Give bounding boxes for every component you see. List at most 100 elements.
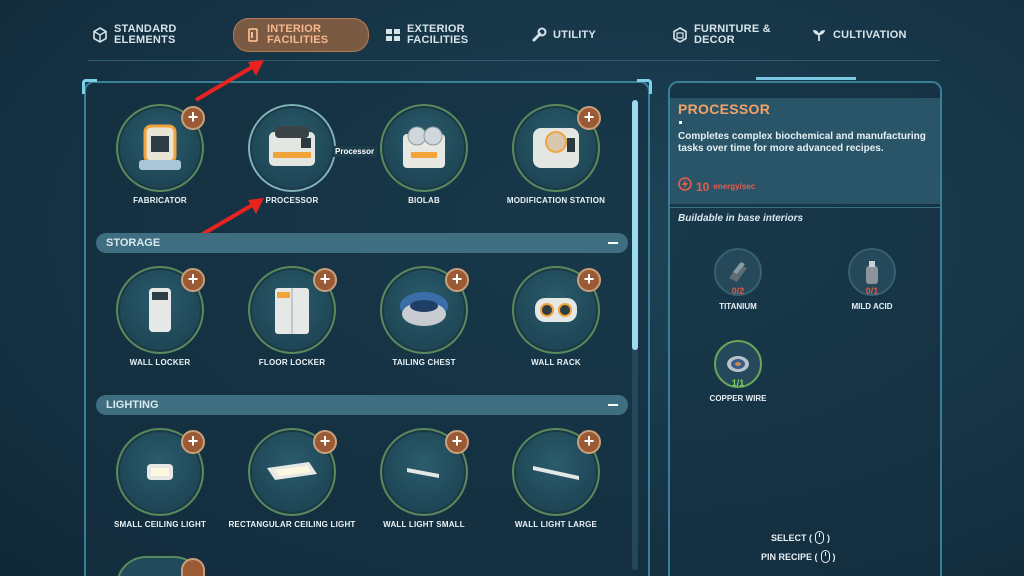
small-ceiling-light-art — [147, 464, 173, 480]
buildable-note: Buildable in base interiors — [678, 213, 804, 224]
detail-title: PROCESSOR — [678, 101, 771, 117]
resource-name: COPPER WIRE — [709, 394, 767, 403]
item-name: WALL LOCKER — [129, 358, 191, 367]
tab-standard-elements[interactable]: STANDARD ELEMENTS — [92, 18, 177, 52]
item-tailing-chest[interactable]: + TAILING CHEST — [359, 266, 489, 386]
add-icon[interactable]: + — [181, 106, 205, 130]
plant-icon — [811, 27, 827, 43]
add-icon[interactable]: + — [577, 106, 601, 130]
add-icon[interactable]: + — [445, 430, 469, 454]
item-name: SMALL CEILING LIGHT — [113, 520, 207, 529]
annotation-arrow-tab — [194, 60, 264, 102]
item-wall-rack[interactable]: + WALL RACK — [491, 266, 621, 386]
right-mouse-icon — [820, 550, 830, 563]
section-lighting[interactable]: LIGHTING — [96, 395, 628, 415]
add-icon[interactable]: + — [577, 430, 601, 454]
rectangular-ceiling-light-art — [267, 462, 317, 480]
modification-station-art — [533, 128, 579, 168]
category-tabs: STANDARD ELEMENTS INTERIOR FACILITIES EX… — [0, 12, 1024, 60]
hint-end: ) — [827, 532, 831, 543]
wall-rack-art — [535, 298, 577, 322]
copper-wire-icon — [727, 356, 749, 372]
tab-utility[interactable]: UTILITY — [531, 18, 596, 52]
item-name: MODIFICATION STATION — [506, 196, 606, 205]
hint-label: SELECT ( — [771, 532, 813, 543]
item-modification-station[interactable]: + MODIFICATION STATION — [491, 104, 621, 224]
item-name: WALL LIGHT SMALL — [383, 520, 465, 529]
wall-light-small-art — [407, 468, 439, 478]
cube-icon — [92, 27, 108, 43]
floor-locker-art — [275, 288, 309, 334]
detail-divider — [670, 207, 940, 208]
hint-end: ) — [832, 551, 836, 562]
add-icon-partial[interactable] — [181, 558, 205, 576]
item-wall-light-large[interactable]: + WALL LIGHT LARGE — [491, 428, 621, 548]
item-wall-light-small[interactable]: + WALL LIGHT SMALL — [359, 428, 489, 548]
item-small-ceiling-light[interactable]: + SMALL CEILING LIGHT — [95, 428, 225, 548]
resource-count: 0/2 — [731, 286, 745, 296]
tailing-chest-art — [400, 292, 448, 326]
wall-light-large-art — [533, 466, 579, 480]
tab-label: UTILITY — [553, 28, 596, 41]
add-icon[interactable]: + — [577, 268, 601, 292]
resource-name: TITANIUM — [719, 302, 757, 311]
resource-titanium: 0/2 TITANIUM — [703, 248, 773, 318]
add-icon[interactable]: + — [313, 268, 337, 292]
blocks-icon — [385, 27, 401, 43]
tab-furniture-decor[interactable]: FURNITURE & DECOR — [672, 18, 771, 52]
processor-art — [269, 126, 315, 166]
tab-exterior-facilities[interactable]: EXTERIOR FACILITIES — [385, 18, 468, 52]
tab-interior-facilities[interactable]: INTERIOR FACILITIES — [233, 18, 369, 52]
resource-count: 1/1 — [731, 378, 745, 388]
select-hint: SELECT ( ) — [771, 531, 830, 544]
energy-cost: 10 energy/sec — [678, 177, 755, 196]
biolab-art — [403, 126, 445, 168]
hint-label: PIN RECIPE ( — [761, 551, 818, 562]
left-mouse-icon — [815, 531, 825, 544]
energy-value: 10 — [696, 179, 710, 194]
add-icon[interactable]: + — [313, 430, 337, 454]
tab-label: EXTERIOR FACILITIES — [407, 23, 469, 46]
energy-icon — [678, 177, 692, 196]
detail-description: Completes complex biochemical and manufa… — [678, 131, 926, 154]
collapse-icon[interactable] — [608, 242, 618, 244]
box-icon — [672, 27, 688, 43]
item-name: WALL RACK — [531, 358, 581, 367]
item-name: RECTANGULAR CEILING LIGHT — [228, 520, 356, 529]
section-storage[interactable]: STORAGE — [96, 233, 628, 253]
tab-label: INTERIOR FACILITIES — [267, 23, 329, 46]
tab-label: CULTIVATION — [833, 28, 907, 41]
add-icon[interactable]: + — [181, 430, 205, 454]
tab-label: STANDARD ELEMENTS — [114, 23, 177, 46]
fabricator-art — [139, 124, 181, 170]
mild-acid-icon — [866, 261, 878, 284]
add-icon[interactable]: + — [445, 268, 469, 292]
item-wall-locker[interactable]: + WALL LOCKER — [95, 266, 225, 386]
title-dot — [679, 121, 682, 124]
item-rectangular-ceiling-light[interactable]: + RECTANGULAR CEILING LIGHT — [227, 428, 357, 548]
door-icon — [245, 27, 261, 43]
resource-copper-wire: 1/1 COPPER WIRE — [703, 340, 773, 410]
scrollbar-thumb[interactable] — [632, 100, 638, 350]
tab-label: FURNITURE & DECOR — [694, 23, 771, 46]
energy-unit: energy/sec — [713, 182, 756, 191]
item-name: WALL LIGHT LARGE — [514, 520, 598, 529]
wall-locker-art — [149, 288, 171, 332]
item-floor-locker[interactable]: + FLOOR LOCKER — [227, 266, 357, 386]
resource-count: 0/1 — [865, 286, 879, 296]
section-title: LIGHTING — [106, 399, 159, 411]
item-biolab[interactable]: BIOLAB — [359, 104, 489, 224]
resource-mild-acid: 0/1 MILD ACID — [837, 248, 907, 318]
titanium-icon — [729, 262, 747, 282]
wrench-icon — [531, 27, 547, 43]
item-name: FLOOR LOCKER — [258, 358, 326, 367]
tab-cultivation[interactable]: CULTIVATION — [811, 18, 907, 52]
add-icon[interactable]: + — [181, 268, 205, 292]
item-name: BIOLAB — [408, 196, 440, 205]
item-name: TAILING CHEST — [392, 358, 456, 367]
panel-glow — [756, 77, 856, 80]
section-title: STORAGE — [106, 237, 161, 249]
collapse-icon[interactable] — [608, 404, 618, 406]
pin-recipe-hint: PIN RECIPE ( ) — [761, 550, 836, 563]
resource-name: MILD ACID — [851, 302, 893, 311]
